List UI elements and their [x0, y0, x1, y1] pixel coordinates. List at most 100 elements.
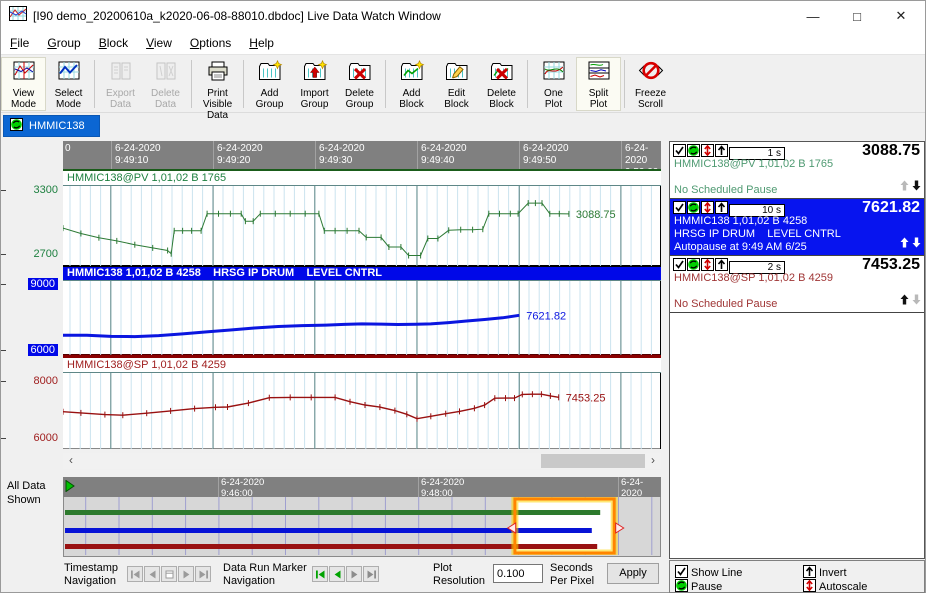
edit-block-button[interactable]: Edit Block	[434, 57, 479, 111]
delete-block-button[interactable]: Delete Block	[479, 57, 524, 111]
window-title: [I90 demo_20200610a_k2020-06-08-88010.db…	[33, 9, 441, 23]
move-down-icon[interactable]	[912, 178, 921, 196]
print-visible-data-icon	[205, 60, 231, 87]
time-tick-separator	[519, 141, 520, 169]
select-mode-button[interactable]: Select Mode	[46, 57, 91, 111]
data-run-nav-first-button[interactable]	[312, 566, 328, 582]
plot-1[interactable]: 3088.75	[63, 185, 661, 265]
timestamp-nav-last-button	[195, 566, 211, 582]
tab-label: HMMIC138	[29, 120, 85, 132]
close-button[interactable]: ✕	[879, 2, 923, 30]
entry-value: 7453.25	[862, 256, 920, 274]
menu-file[interactable]: File	[1, 32, 38, 54]
overview-plot[interactable]	[63, 497, 661, 557]
entry-pause-status: No Scheduled Pause	[674, 298, 777, 310]
add-group-button[interactable]: Add Group	[247, 57, 292, 111]
menu-bar: FileGroupBlockViewOptionsHelp	[1, 31, 925, 55]
move-up-icon[interactable]	[900, 235, 909, 253]
time-tick: 6-24-20209:50:00	[625, 143, 661, 169]
import-group-icon	[302, 60, 328, 87]
add-block-button[interactable]: Add Block	[389, 57, 434, 111]
data-run-nav-next-button[interactable]	[346, 566, 362, 582]
entry-value: 3088.75	[862, 142, 920, 160]
seconds-per-pixel-label: Seconds Per Pixel	[550, 562, 594, 588]
delete-data-icon	[153, 60, 179, 87]
menu-options[interactable]: Options	[181, 32, 240, 54]
export-data-button: Export Data	[98, 57, 143, 111]
watch-entry-1[interactable]: 1 s 3088.75 HMMIC138@PV 1,01,02 B 1765 N…	[670, 142, 924, 199]
legend-autoscale: Autoscale	[803, 579, 867, 593]
apply-button[interactable]: Apply	[607, 563, 659, 584]
watch-entry-2[interactable]: 10 s 7621.82 HMMIC138 1,01,02 B 4258HRSG…	[670, 199, 924, 256]
watch-list-panel: 1 s 3088.75 HMMIC138@PV 1,01,02 B 1765 N…	[669, 141, 925, 559]
menu-block[interactable]: Block	[90, 32, 137, 54]
add-block-icon	[399, 60, 425, 87]
scrollbar-thumb[interactable]	[541, 454, 645, 468]
y-axis-label: 2700	[34, 248, 58, 260]
chart-title: HMMIC138@SP 1,01,02 B 4259	[63, 358, 661, 372]
entry-tag-line: HMMIC138 1,01,02 B 4258	[674, 215, 807, 227]
menu-group[interactable]: Group	[38, 32, 89, 54]
menu-view[interactable]: View	[137, 32, 181, 54]
toolbar-button-label: View Mode	[11, 88, 36, 110]
move-up-icon[interactable]	[900, 292, 909, 310]
horizontal-scrollbar[interactable]: ‹ ›	[63, 453, 661, 469]
view-mode-button[interactable]: View Mode	[1, 57, 46, 111]
axis-edge-tick	[1, 284, 6, 285]
data-run-nav-last-button[interactable]	[363, 566, 379, 582]
svg-text:7453.25: 7453.25	[566, 392, 606, 404]
data-start-marker	[65, 480, 75, 492]
toolbar-button-label: Split Plot	[589, 88, 608, 110]
toolbar-button-label: Delete Block	[487, 88, 516, 110]
data-run-marker-navigation-buttons	[312, 566, 380, 582]
live-data-watch-window: [I90 demo_20200610a_k2020-06-08-88010.db…	[0, 0, 926, 593]
import-group-button[interactable]: Import Group	[292, 57, 337, 111]
move-down-icon[interactable]	[912, 235, 921, 253]
axis-edge-tick	[1, 190, 6, 191]
plot-2[interactable]: 7621.82	[63, 280, 661, 354]
axis-edge-tick	[1, 381, 6, 382]
toolbar-button-label: Import Group	[300, 88, 328, 110]
plot-3[interactable]: 7453.25	[63, 372, 661, 448]
freeze-scroll-button[interactable]: Freeze Scroll	[628, 57, 673, 111]
print-visible-data-button[interactable]: Print Visible Data	[195, 57, 240, 111]
overview-time-tick: 6-24-20209:50:00	[621, 478, 661, 497]
run-marker-right[interactable]	[616, 523, 624, 533]
time-tick-separator	[621, 141, 622, 169]
svg-text:7621.82: 7621.82	[526, 310, 566, 322]
all-data-shown-label: All Data Shown	[7, 479, 46, 507]
chart-title: HMMIC138@PV 1,01,02 B 1765	[63, 171, 661, 185]
split-plot-button[interactable]: Split Plot	[576, 57, 621, 111]
time-tick-separator	[417, 141, 418, 169]
overview-time-tick: 6-24-20209:46:00	[221, 478, 264, 497]
toolbar-button-label: Export Data	[106, 88, 135, 110]
plot-resolution-input[interactable]	[493, 564, 543, 583]
select-mode-icon	[56, 60, 82, 87]
toolbar-separator	[624, 60, 625, 108]
delete-group-button[interactable]: Delete Group	[337, 57, 382, 111]
scroll-right-icon[interactable]: ›	[645, 453, 661, 469]
toolbar-button-label: Add Block	[399, 88, 423, 110]
data-run-marker-navigation-label: Data Run Marker Navigation	[223, 562, 307, 588]
minimize-button[interactable]: —	[791, 2, 835, 30]
overview-timeline[interactable]: 6-24-20209:46:006-24-20209:48:006-24-202…	[63, 477, 661, 557]
move-down-icon[interactable]	[912, 292, 921, 310]
timestamp-nav-next-button	[178, 566, 194, 582]
time-tick: 6-24-20209:49:40	[421, 143, 467, 167]
pv-run-bar	[65, 510, 600, 515]
menu-help[interactable]: Help	[240, 32, 283, 54]
timestamp-nav-marker-button	[161, 566, 177, 582]
y-axis-label: 3300	[34, 184, 58, 196]
entry-tag-line: HMMIC138@SP 1,01,02 B 4259	[674, 272, 833, 284]
move-up-icon[interactable]	[900, 178, 909, 196]
scroll-left-icon[interactable]: ‹	[63, 453, 79, 469]
tab-hmmic138[interactable]: HMMIC138	[3, 115, 100, 137]
delete-data-button: Delete Data	[143, 57, 188, 111]
toolbar-separator	[385, 60, 386, 108]
toolbar-button-label: Edit Block	[444, 88, 468, 110]
maximize-button[interactable]: □	[835, 2, 879, 30]
axis-edge-tick	[1, 350, 6, 351]
one-plot-button[interactable]: One Plot	[531, 57, 576, 111]
watch-entry-3[interactable]: 2 s 7453.25 HMMIC138@SP 1,01,02 B 4259 N…	[670, 256, 924, 313]
data-run-nav-prev-button[interactable]	[329, 566, 345, 582]
